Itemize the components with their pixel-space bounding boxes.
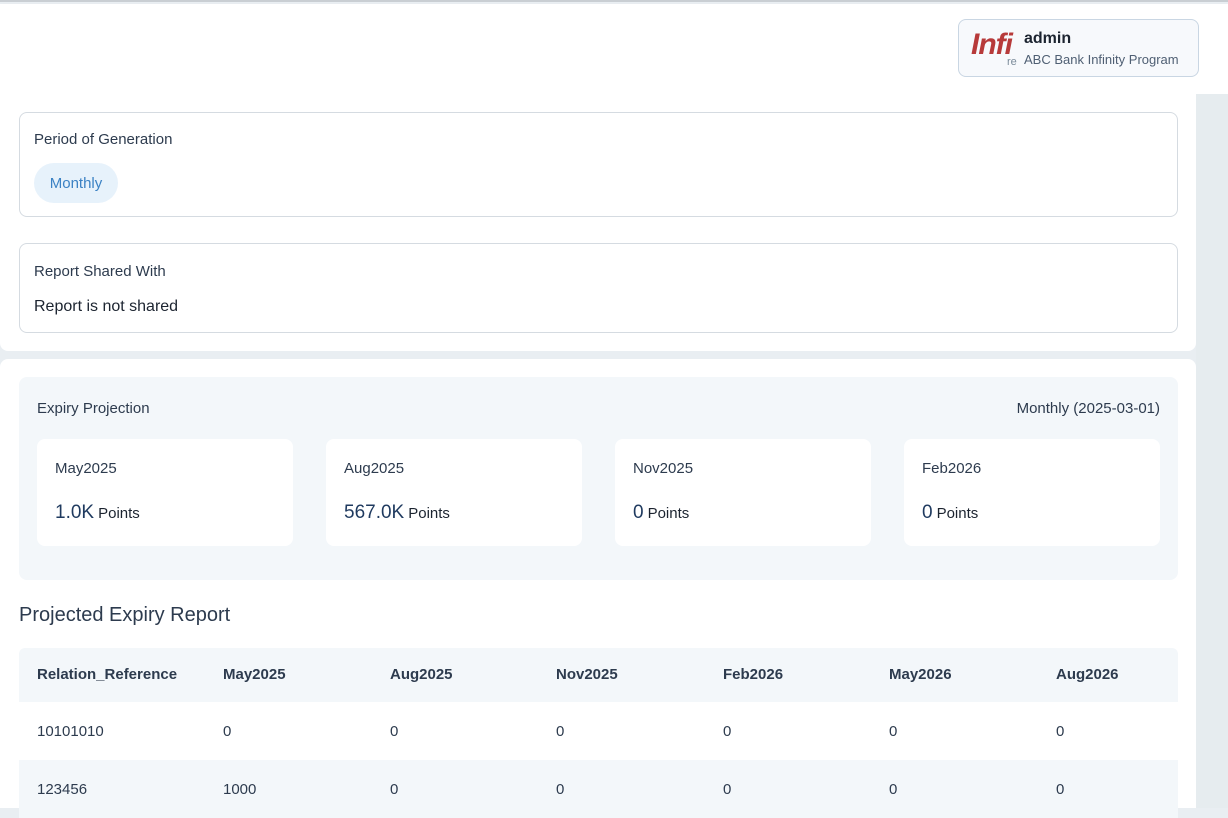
user-name: admin xyxy=(1024,30,1072,47)
report-shared-status: Report is not shared xyxy=(34,298,179,315)
scroll-gutter xyxy=(1196,94,1228,808)
program-name: ABC Bank Infinity Program xyxy=(1024,52,1179,67)
table-cell: 0 xyxy=(556,781,565,798)
table-cell: 10101010 xyxy=(37,723,104,740)
table-cell: 0 xyxy=(556,723,565,740)
table-cell: 123456 xyxy=(37,781,88,798)
projection-card: Aug2025 567.0K Points xyxy=(326,439,582,546)
card-unit: Points xyxy=(408,505,450,522)
table-cell: 0 xyxy=(723,781,732,798)
card-points: 0 Points xyxy=(633,502,689,524)
column-header[interactable]: Aug2026 xyxy=(1056,666,1119,683)
table-cell: 0 xyxy=(889,723,898,740)
card-month: Aug2025 xyxy=(344,460,405,477)
period-of-generation-box: Period of Generation Monthly xyxy=(19,112,1178,217)
column-header[interactable]: May2025 xyxy=(223,666,286,683)
logo-text: Infi xyxy=(971,28,1013,61)
card-value: 1.0K xyxy=(55,502,95,523)
card-month: Nov2025 xyxy=(633,460,694,477)
logo-subtext: re xyxy=(1007,56,1017,68)
column-header[interactable]: May2026 xyxy=(889,666,952,683)
expiry-projection-panel: Expiry Projection Monthly (2025-03-01) M… xyxy=(19,377,1178,580)
projected-expiry-report-title: Projected Expiry Report xyxy=(19,604,231,626)
column-header[interactable]: Nov2025 xyxy=(556,666,618,683)
column-header[interactable]: Relation_Reference xyxy=(37,666,177,683)
expiry-projection-title: Expiry Projection xyxy=(37,400,150,417)
brand-logo: Infi re xyxy=(971,28,1019,70)
table-row: 10101010 0 0 0 0 0 0 xyxy=(19,702,1178,760)
table-cell: 1000 xyxy=(223,781,257,798)
table-cell: 0 xyxy=(223,723,232,740)
table-header-row: Relation_Reference May2025 Aug2025 Nov20… xyxy=(19,648,1178,702)
projection-card: Feb2026 0 Points xyxy=(904,439,1160,546)
column-header[interactable]: Feb2026 xyxy=(723,666,783,683)
column-header[interactable]: Aug2025 xyxy=(390,666,453,683)
table-row: 123456 1000 0 0 0 0 0 xyxy=(19,760,1178,818)
report-shared-with-box: Report Shared With Report is not shared xyxy=(19,243,1178,333)
card-unit: Points xyxy=(647,505,690,522)
card-points: 567.0K Points xyxy=(344,502,450,524)
top-header: Infi re admin ABC Bank Infinity Program xyxy=(0,4,1228,94)
card-points: 0 Points xyxy=(922,502,978,524)
period-label: Monthly xyxy=(1016,400,1070,417)
app-frame: Infi re admin ABC Bank Infinity Program … xyxy=(0,0,1228,818)
period-of-generation-label: Period of Generation xyxy=(34,131,173,148)
table-cell: 0 xyxy=(1056,723,1065,740)
user-profile-card[interactable]: Infi re admin ABC Bank Infinity Program xyxy=(958,19,1199,77)
report-settings-section: Period of Generation Monthly Report Shar… xyxy=(0,94,1196,351)
card-value: 567.0K xyxy=(344,502,405,523)
period-chip[interactable]: Monthly xyxy=(34,163,118,203)
expiry-section: Expiry Projection Monthly (2025-03-01) M… xyxy=(0,359,1196,818)
card-unit: Points xyxy=(936,505,979,522)
table-cell: 0 xyxy=(390,723,399,740)
card-month: May2025 xyxy=(55,460,117,477)
projected-expiry-table: Relation_Reference May2025 Aug2025 Nov20… xyxy=(19,648,1178,818)
card-month: Feb2026 xyxy=(922,460,982,477)
table-cell: 0 xyxy=(723,723,732,740)
table-cell: 0 xyxy=(889,781,898,798)
table-cell: 0 xyxy=(390,781,399,798)
card-unit: Points xyxy=(98,505,140,522)
period-date: (2025-03-01) xyxy=(1073,400,1160,417)
card-value: 0 xyxy=(633,502,644,523)
projection-card: May2025 1.0K Points xyxy=(37,439,293,546)
table-cell: 0 xyxy=(1056,781,1065,798)
card-points: 1.0K Points xyxy=(55,502,140,524)
expiry-projection-period: Monthly (2025-03-01) xyxy=(1017,400,1160,417)
report-shared-with-label: Report Shared With xyxy=(34,263,166,280)
projection-card: Nov2025 0 Points xyxy=(615,439,871,546)
card-value: 0 xyxy=(922,502,933,523)
